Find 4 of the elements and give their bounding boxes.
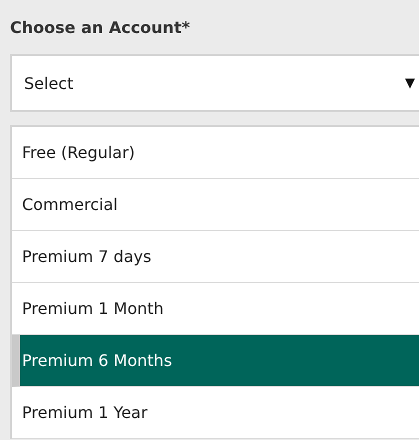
account-select[interactable]: Select ▼ (10, 54, 419, 112)
caret-icon: ▼ (405, 76, 415, 90)
option-item[interactable]: Premium 6 Months (12, 335, 419, 387)
field-label: Choose an Account* (10, 17, 191, 39)
